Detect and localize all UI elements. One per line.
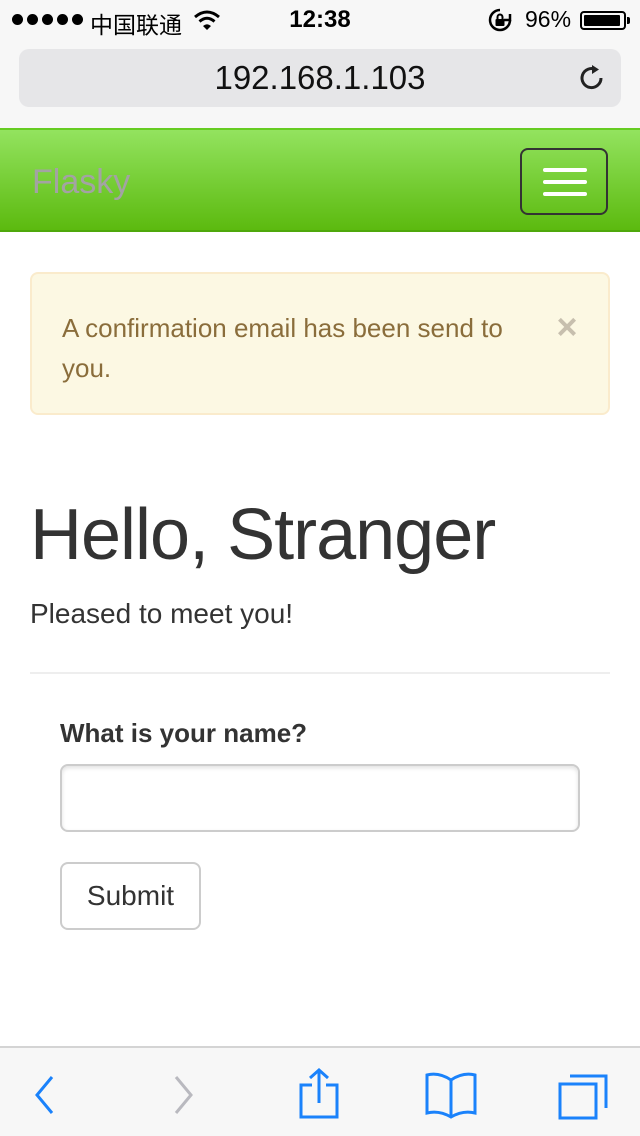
browser-toolbar	[0, 1046, 640, 1136]
page-title: Hello, Stranger	[30, 495, 496, 575]
navbar: Flasky	[0, 128, 640, 232]
url-text[interactable]: 192.168.1.103	[19, 59, 621, 97]
status-bar: 中国联通 12:38 96%	[0, 0, 640, 40]
reload-icon[interactable]	[577, 63, 607, 93]
hamburger-icon	[543, 168, 587, 172]
battery-level-fill	[584, 15, 621, 26]
battery-icon	[580, 11, 630, 30]
alert-message: A confirmation email has been send to yo…	[62, 313, 503, 383]
battery-percentage: 96%	[525, 6, 572, 32]
rotation-lock-icon	[488, 8, 512, 32]
hamburger-icon-bar	[543, 180, 587, 184]
tabs-icon[interactable]	[556, 1068, 610, 1122]
browser-address-area: 192.168.1.103	[0, 40, 640, 128]
close-icon[interactable]: ×	[550, 309, 584, 345]
flash-alert: A confirmation email has been send to yo…	[30, 272, 610, 415]
submit-button[interactable]: Submit	[60, 862, 201, 930]
bookmarks-icon[interactable]	[423, 1068, 479, 1122]
name-input[interactable]	[60, 764, 580, 832]
forward-icon[interactable]	[168, 1068, 198, 1122]
divider	[30, 672, 610, 674]
share-icon[interactable]	[297, 1068, 341, 1122]
back-icon[interactable]	[30, 1068, 60, 1122]
hamburger-icon-bar	[543, 192, 587, 196]
address-bar[interactable]: 192.168.1.103	[19, 49, 621, 107]
menu-toggle-button[interactable]	[520, 148, 608, 215]
navbar-brand[interactable]: Flasky	[32, 163, 130, 202]
name-field-label: What is your name?	[60, 718, 308, 748]
page-subtitle: Pleased to meet you!	[30, 598, 294, 629]
